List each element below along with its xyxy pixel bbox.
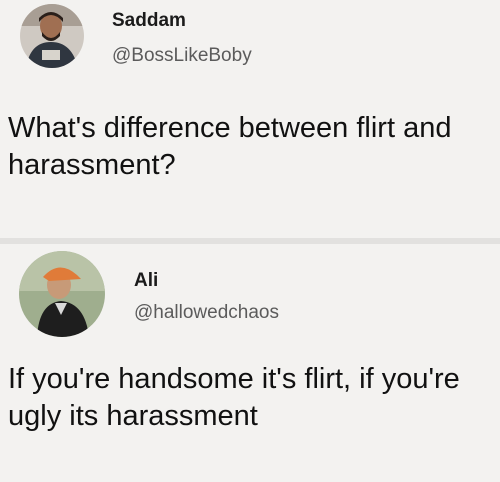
tweet-text: If you're handsome it's flirt, if you're… bbox=[8, 363, 460, 432]
user-avatar-icon bbox=[19, 251, 105, 337]
avatar[interactable] bbox=[19, 251, 105, 337]
user-avatar-icon bbox=[20, 4, 84, 68]
display-name[interactable]: Ali bbox=[134, 270, 158, 292]
tweet-text: What's difference between flirt and hara… bbox=[8, 112, 452, 181]
user-handle[interactable]: @BossLikeBoby bbox=[112, 45, 252, 67]
user-handle[interactable]: @hallowedchaos bbox=[134, 302, 279, 324]
display-name[interactable]: Saddam bbox=[112, 10, 186, 32]
avatar[interactable] bbox=[20, 4, 84, 68]
tweet-card[interactable]: Saddam @BossLikeBoby What's difference b… bbox=[0, 0, 500, 238]
tweet-card[interactable]: Ali @hallowedchaos If you're handsome it… bbox=[0, 244, 500, 482]
